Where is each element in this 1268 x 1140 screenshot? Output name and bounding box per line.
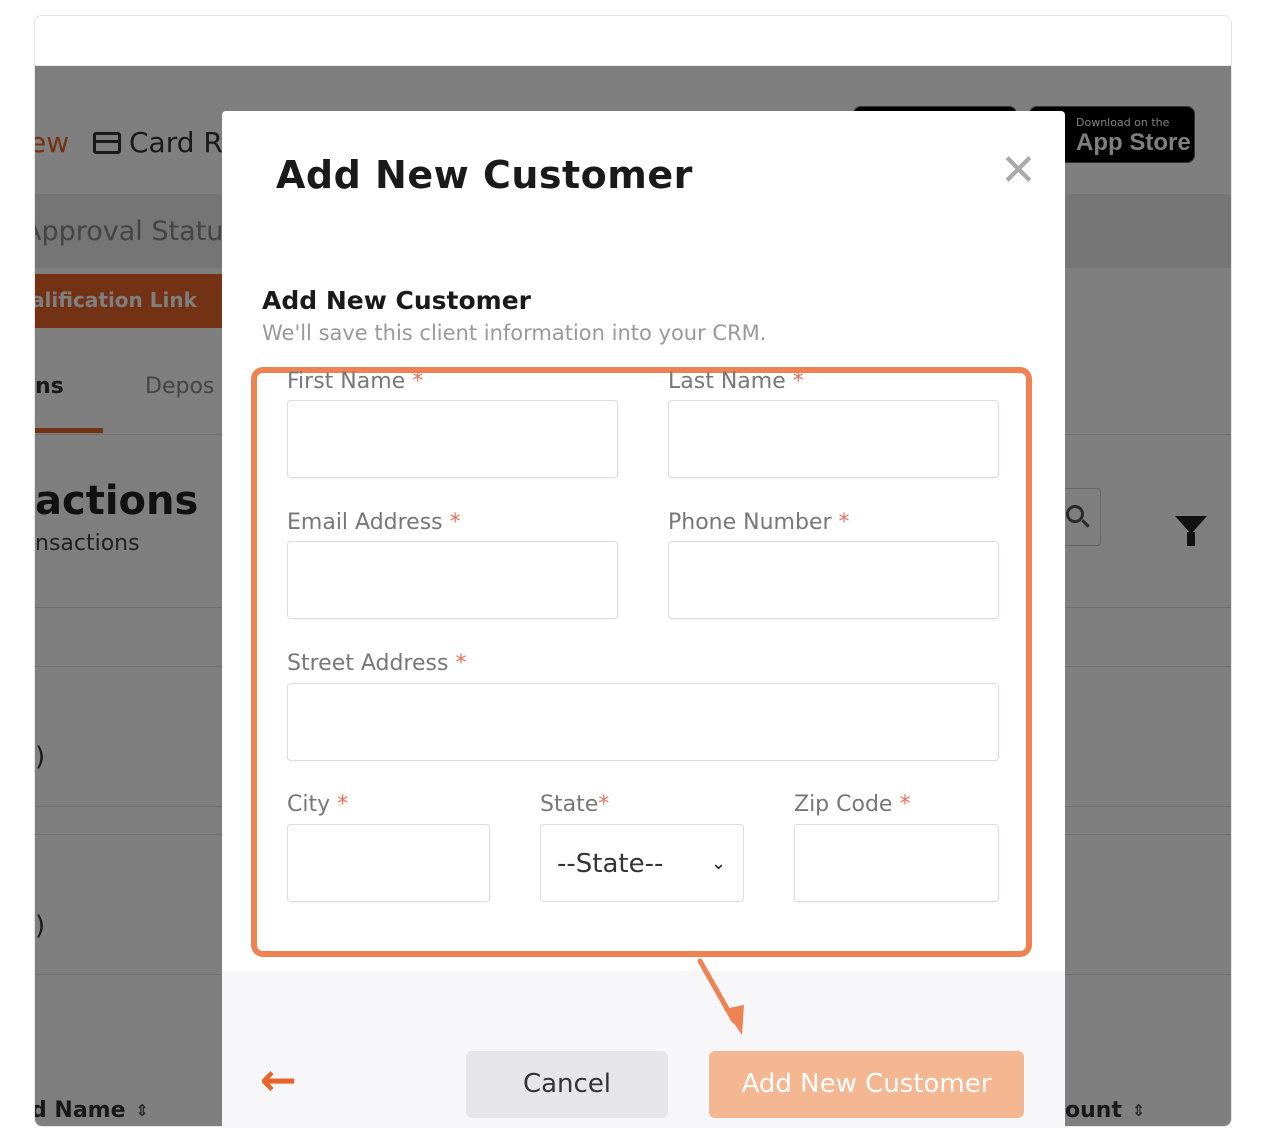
annotation-arrow-icon bbox=[697, 958, 744, 1035]
browser-top-bar bbox=[35, 16, 1231, 66]
add-customer-modal: Add New Customer ✕ Add New Customer We'l… bbox=[222, 111, 1065, 1128]
